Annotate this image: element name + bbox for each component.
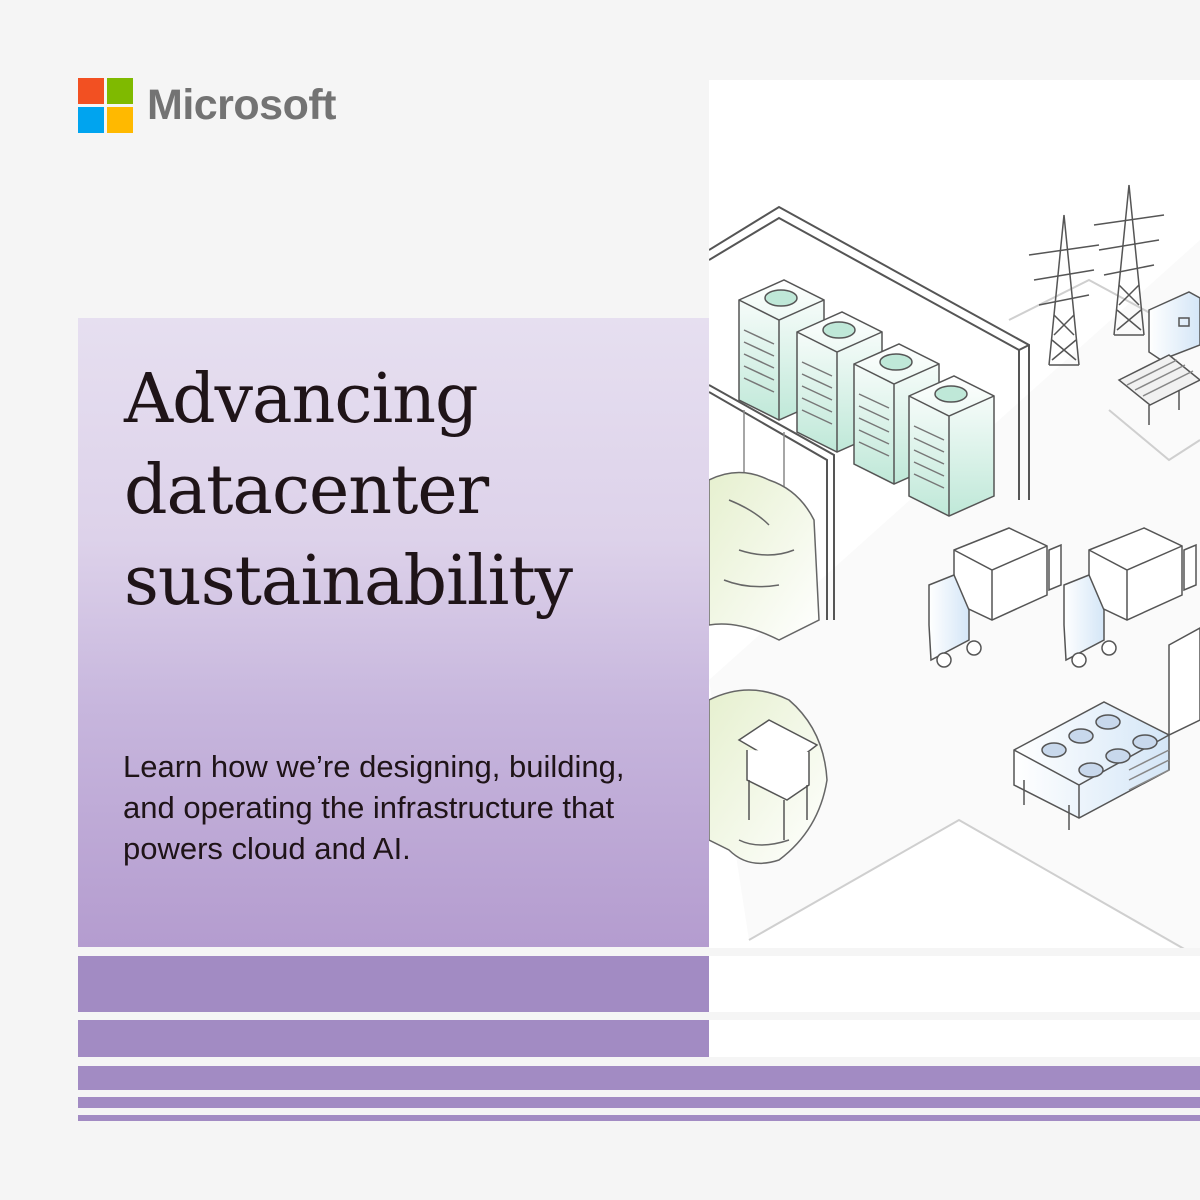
stripe-band xyxy=(78,956,709,1012)
microsoft-logo: Microsoft xyxy=(78,78,337,133)
stripe-band-white xyxy=(709,956,1200,1012)
logo-green-square xyxy=(107,78,133,104)
stripe-band xyxy=(78,1066,1200,1090)
subtitle-line: Learn how we’re designing, building, xyxy=(123,749,625,784)
headline: Advancing datacenter sustainability xyxy=(124,354,573,627)
logo-red-square xyxy=(78,78,104,104)
stripe-band-white xyxy=(709,1020,1200,1057)
stripe-band xyxy=(78,1115,1200,1121)
logo-blue-square xyxy=(78,107,104,133)
microsoft-logo-icon xyxy=(78,78,133,133)
subtitle: Learn how we’re designing, building, and… xyxy=(123,746,683,869)
stripe-band xyxy=(78,1020,709,1057)
building-edge-icon xyxy=(1168,627,1200,737)
brand-name: Microsoft xyxy=(147,81,337,129)
datacenter-illustration xyxy=(709,80,1200,948)
headline-line: sustainability xyxy=(124,542,573,621)
stripe-band xyxy=(78,1097,1200,1108)
hero-panel: Advancing datacenter sustainability Lear… xyxy=(78,318,709,947)
subtitle-line: powers cloud and AI. xyxy=(123,831,411,866)
logo-yellow-square xyxy=(107,107,133,133)
subtitle-line: and operating the infrastructure that xyxy=(123,790,615,825)
headline-line: Advancing xyxy=(124,360,479,439)
tree-icon xyxy=(709,471,820,641)
headline-line: datacenter xyxy=(124,451,489,530)
